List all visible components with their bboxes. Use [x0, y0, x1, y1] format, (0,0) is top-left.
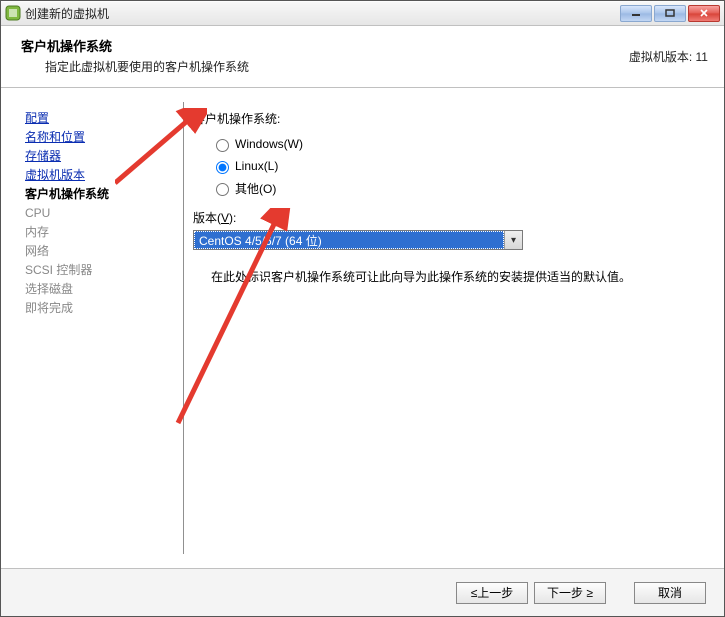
step-network: 网络: [25, 243, 183, 259]
wizard-footer: ≤上一步 下一步 ≥ 取消: [1, 568, 724, 616]
wizard-header: 客户机操作系统 指定此虚拟机要使用的客户机操作系统 虚拟机版本: 11: [1, 26, 724, 88]
titlebar: 创建新的虚拟机: [1, 1, 724, 26]
step-name-location[interactable]: 名称和位置: [25, 129, 183, 145]
radio-windows-label: Windows(W): [235, 137, 303, 151]
radio-other-input[interactable]: [216, 183, 229, 196]
hint-text: 在此处标识客户机操作系统可让此向导为此操作系统的安装提供适当的默认值。: [211, 268, 704, 286]
os-radio-group: Windows(W) Linux(L) 其他(O): [211, 133, 704, 199]
radio-windows-input[interactable]: [216, 139, 229, 152]
radio-windows[interactable]: Windows(W): [211, 133, 704, 155]
window-title: 创建新的虚拟机: [25, 5, 620, 22]
step-config[interactable]: 配置: [25, 110, 183, 126]
window-controls: [620, 5, 720, 22]
minimize-button[interactable]: [620, 5, 652, 22]
step-cpu: CPU: [25, 205, 183, 221]
step-scsi: SCSI 控制器: [25, 262, 183, 278]
back-button[interactable]: ≤上一步: [456, 582, 528, 604]
step-guest-os: 客户机操作系统: [25, 186, 183, 202]
guest-os-label: 客户机操作系统:: [193, 110, 704, 127]
radio-linux-label: Linux(L): [235, 159, 278, 173]
app-icon: [5, 5, 21, 21]
radio-linux-input[interactable]: [216, 161, 229, 174]
wizard-window: 创建新的虚拟机 客户机操作系统 指定此虚拟机要使用的客户机操作系统 虚拟机版本:…: [0, 0, 725, 617]
step-memory: 内存: [25, 224, 183, 240]
version-label: 版本(V):: [193, 211, 236, 225]
maximize-button[interactable]: [654, 5, 686, 22]
next-button[interactable]: 下一步 ≥: [534, 582, 606, 604]
wizard-steps-sidebar: 配置 名称和位置 存储器 虚拟机版本 客户机操作系统 CPU 内存 网络 SCS…: [1, 88, 183, 568]
step-vm-version[interactable]: 虚拟机版本: [25, 167, 183, 183]
page-title: 客户机操作系统: [21, 36, 629, 55]
chevron-down-icon[interactable]: ▾: [504, 231, 522, 249]
radio-linux[interactable]: Linux(L): [211, 155, 704, 177]
wizard-body: 配置 名称和位置 存储器 虚拟机版本 客户机操作系统 CPU 内存 网络 SCS…: [1, 88, 724, 568]
version-select[interactable]: CentOS 4/5/6/7 (64 位) ▾: [193, 230, 523, 250]
wizard-main: 客户机操作系统: Windows(W) Linux(L) 其他(O) 版本(V)…: [183, 88, 724, 568]
page-subtitle: 指定此虚拟机要使用的客户机操作系统: [45, 58, 629, 75]
radio-other-label: 其他(O): [235, 180, 276, 197]
close-button[interactable]: [688, 5, 720, 22]
vm-version-label: 虚拟机版本: 11: [629, 36, 708, 65]
version-selected-value: CentOS 4/5/6/7 (64 位): [194, 231, 504, 249]
step-storage[interactable]: 存储器: [25, 148, 183, 164]
radio-other[interactable]: 其他(O): [211, 177, 704, 199]
step-select-disk: 选择磁盘: [25, 281, 183, 297]
cancel-button[interactable]: 取消: [634, 582, 706, 604]
step-ready: 即将完成: [25, 300, 183, 316]
